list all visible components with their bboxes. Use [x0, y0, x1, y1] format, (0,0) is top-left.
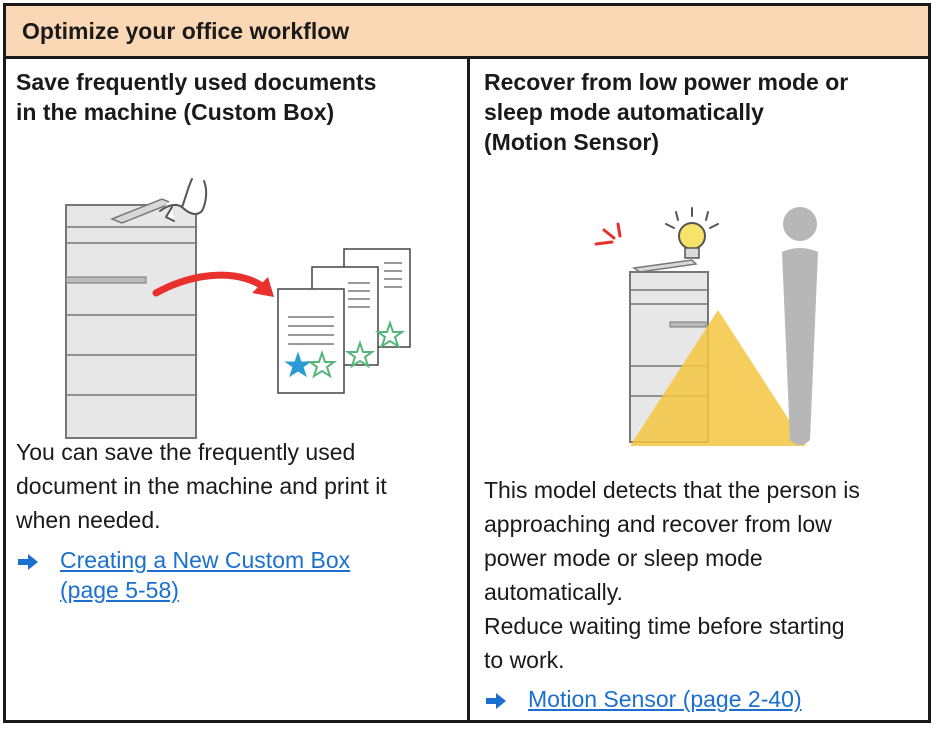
motion-sensor-heading-line2: sleep mode automatically	[484, 99, 764, 125]
page-frame: Optimize your office workflow Save frequ…	[3, 3, 931, 723]
link-arrow-icon	[18, 554, 38, 570]
custom-box-heading-line1: Save frequently used documents	[16, 69, 377, 95]
motion-sensor-benefit: Reduce waiting time before starting to w…	[484, 609, 845, 677]
creating-custom-box-link[interactable]: Creating a New Custom Box (page 5-58)	[60, 545, 436, 605]
header-bar: Optimize your office workflow	[6, 6, 928, 59]
creating-custom-box-link-line2: (page 5-58)	[60, 577, 179, 603]
lightbulb-icon	[665, 207, 719, 259]
motion-sensor-heading-line3: (Motion Sensor)	[484, 129, 660, 155]
motion-sensor-heading: Recover from low power mode or sleep mod…	[484, 67, 848, 157]
custom-box-heading-line2: in the machine (Custom Box)	[16, 99, 335, 125]
custom-box-description-line2: document in the machine and print it	[16, 473, 387, 499]
link-arrow-icon	[486, 693, 506, 709]
page-title: Optimize your office workflow	[22, 18, 350, 44]
custom-box-description-line1: You can save the frequently used	[16, 439, 356, 465]
alert-marks-icon	[594, 222, 622, 246]
motion-sensor-benefit-line1: Reduce waiting time before starting	[484, 613, 845, 639]
motion-sensor-description: This model detects that the person is ap…	[484, 473, 860, 609]
motion-sensor-illustration	[594, 207, 818, 446]
motion-sensor-heading-line1: Recover from low power mode or	[484, 69, 849, 95]
motion-sensor-description-line2: approaching and recover from low	[484, 511, 832, 537]
custom-box-description: You can save the frequently used documen…	[16, 435, 387, 537]
creating-custom-box-link-line1: Creating a New Custom Box	[60, 547, 351, 573]
motion-sensor-description-line3: power mode or sleep mode	[484, 545, 763, 571]
motion-sensor-section: Recover from low power mode or sleep mod…	[470, 59, 928, 720]
motion-sensor-link[interactable]: Motion Sensor (page 2-40)	[528, 684, 904, 714]
printer-icon	[65, 198, 197, 439]
motion-sensor-description-line4: automatically.	[484, 579, 623, 605]
custom-box-link-row: Creating a New Custom Box (page 5-58)	[16, 545, 436, 605]
motion-sensor-link-row: Motion Sensor (page 2-40)	[484, 684, 904, 714]
custom-box-description-line3: when needed.	[16, 507, 161, 533]
custom-box-heading: Save frequently used documents in the ma…	[16, 67, 376, 127]
custom-box-illustration	[65, 178, 411, 439]
motion-sensor-benefit-line2: to work.	[484, 647, 565, 673]
person-icon	[782, 207, 818, 445]
custom-box-section: Save frequently used documents in the ma…	[6, 59, 467, 720]
motion-sensor-description-line1: This model detects that the person is	[484, 477, 860, 503]
